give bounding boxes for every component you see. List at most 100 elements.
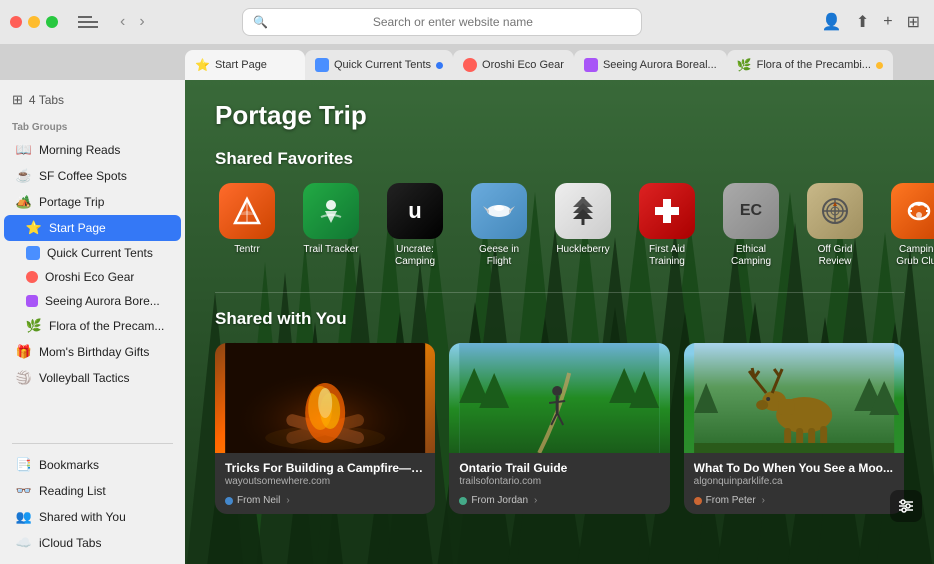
shared-from-dot-jordan bbox=[459, 497, 467, 505]
fav-icon-huckleberry bbox=[555, 183, 611, 239]
sidebar-item-volleyball[interactable]: 🏐 Volleyball Tactics bbox=[4, 365, 181, 391]
sidebar-tabs-count: ⊞ 4 Tabs bbox=[0, 88, 185, 116]
favorites-grid: Tentrr Trail Tracker bbox=[215, 183, 904, 268]
search-icon: 🔍 bbox=[253, 15, 268, 29]
shared-from-dot-neil bbox=[225, 497, 233, 505]
oroshi-icon bbox=[26, 271, 38, 283]
content-background: Portage Trip Shared Favorites Tentrr bbox=[185, 80, 934, 564]
quick-tents-icon bbox=[26, 246, 40, 260]
chevron-right-icon: › bbox=[286, 495, 289, 506]
share-button[interactable]: ⬆ bbox=[852, 10, 873, 34]
fav-item-tentrr[interactable]: Tentrr bbox=[215, 183, 279, 268]
share-profiles-button[interactable]: 👤 bbox=[818, 10, 846, 34]
fav-item-camping-grub[interactable]: Camping Grub Club bbox=[887, 183, 934, 268]
shared-card-image-trail bbox=[449, 343, 669, 453]
sidebar-item-label-aurora: Seeing Aurora Bore... bbox=[45, 294, 160, 308]
minimize-button[interactable] bbox=[28, 16, 40, 28]
tab-label-start-page: Start Page bbox=[215, 59, 295, 71]
sidebar-item-label-portage-trip: Portage Trip bbox=[39, 195, 104, 209]
forward-button[interactable]: › bbox=[133, 11, 150, 33]
fav-label-uncrate: Uncrate: Camping bbox=[385, 244, 445, 268]
chevron-right-icon-wildlife: › bbox=[762, 495, 765, 506]
shared-card-info-trail: Ontario Trail Guide trailsofontario.com bbox=[449, 453, 669, 491]
fav-label-tentrr: Tentrr bbox=[234, 244, 260, 256]
main-layout: ⊞ 4 Tabs Tab Groups 📖 Morning Reads ☕ SF… bbox=[0, 80, 934, 564]
fav-item-ethical-camping[interactable]: EC Ethical Camping bbox=[719, 183, 783, 268]
fav-icon-camping-grub bbox=[891, 183, 934, 239]
toolbar-actions: 👤 ⬆ + ⊞ bbox=[818, 10, 924, 34]
tab-flora[interactable]: 🌿 Flora of the Precambi... bbox=[727, 50, 893, 80]
tab-start-page[interactable]: ⭐ Start Page bbox=[185, 50, 305, 80]
sidebar-item-reading-list[interactable]: 👓 Reading List bbox=[4, 478, 181, 504]
back-button[interactable]: ‹ bbox=[114, 11, 131, 33]
sidebar-item-moms-bday[interactable]: 🎁 Mom's Birthday Gifts bbox=[4, 339, 181, 365]
sidebar-item-bookmarks[interactable]: 📑 Bookmarks bbox=[4, 452, 181, 478]
shared-card-title-campfire: Tricks For Building a Campfire—F... bbox=[225, 461, 425, 475]
tab-label-aurora: Seeing Aurora Boreal... bbox=[603, 59, 717, 71]
shared-card-from-label-wildlife: From Peter bbox=[706, 495, 756, 506]
customize-start-page-button[interactable] bbox=[890, 490, 922, 522]
sidebar-item-label-reading-list: Reading List bbox=[39, 484, 106, 498]
fav-item-first-aid[interactable]: First Aid Training bbox=[635, 183, 699, 268]
tab-favicon-tents bbox=[315, 58, 329, 72]
tab-oroshi[interactable]: Oroshi Eco Gear bbox=[453, 50, 574, 80]
sidebar-item-quick-current-tents[interactable]: Quick Current Tents bbox=[4, 241, 181, 265]
shared-card-title-trail: Ontario Trail Guide bbox=[459, 461, 659, 475]
shared-card-url-wildlife: algonquinparklife.ca bbox=[694, 476, 894, 487]
page-title: Portage Trip bbox=[215, 100, 904, 131]
sidebar-item-flora[interactable]: 🌿 Flora of the Precam... bbox=[4, 313, 181, 339]
search-input[interactable] bbox=[274, 15, 631, 29]
shared-favorites-title: Shared Favorites bbox=[215, 149, 904, 169]
maximize-button[interactable] bbox=[46, 16, 58, 28]
tab-label-oroshi: Oroshi Eco Gear bbox=[482, 59, 564, 71]
nav-buttons: ‹ › bbox=[114, 11, 151, 33]
shared-card-from-wildlife[interactable]: From Peter › bbox=[684, 491, 904, 514]
fav-label-camping-grub: Camping Grub Club bbox=[889, 244, 934, 268]
shared-card-wildlife[interactable]: What To Do When You See a Moo... algonqu… bbox=[684, 343, 904, 514]
start-page-icon: ⭐ bbox=[26, 220, 42, 236]
address-bar[interactable]: 🔍 bbox=[242, 8, 642, 36]
close-button[interactable] bbox=[10, 16, 22, 28]
sidebar-item-sf-coffee[interactable]: ☕ SF Coffee Spots bbox=[4, 163, 181, 189]
shared-with-you-title: Shared with You bbox=[215, 309, 904, 329]
content-area: Portage Trip Shared Favorites Tentrr bbox=[185, 80, 934, 564]
fav-icon-tentrr bbox=[219, 183, 275, 239]
sidebar-toggle-button[interactable] bbox=[78, 14, 98, 30]
shared-card-url-trail: trailsofontario.com bbox=[459, 476, 659, 487]
shared-card-trail[interactable]: Ontario Trail Guide trailsofontario.com … bbox=[449, 343, 669, 514]
sidebar-item-shared-with-you[interactable]: 👥 Shared with You bbox=[4, 504, 181, 530]
shared-card-info-campfire: Tricks For Building a Campfire—F... wayo… bbox=[215, 453, 435, 491]
fav-icon-trail-tracker bbox=[303, 183, 359, 239]
shared-card-from-campfire[interactable]: From Neil › bbox=[215, 491, 435, 514]
sidebar-item-portage-trip[interactable]: 🏕️ Portage Trip bbox=[4, 189, 181, 215]
shared-card-from-trail[interactable]: From Jordan › bbox=[449, 491, 669, 514]
traffic-lights bbox=[10, 16, 58, 28]
fav-item-off-grid[interactable]: Off Grid Review bbox=[803, 183, 867, 268]
content-inner: Portage Trip Shared Favorites Tentrr bbox=[185, 80, 934, 534]
sidebar-item-icloud-tabs[interactable]: ☁️ iCloud Tabs bbox=[4, 530, 181, 556]
shared-card-from-label-campfire: From Neil bbox=[237, 495, 280, 506]
sidebar: ⊞ 4 Tabs Tab Groups 📖 Morning Reads ☕ SF… bbox=[0, 80, 185, 564]
fav-label-geese: Geese in Flight bbox=[469, 244, 529, 268]
fav-item-trail-tracker[interactable]: Trail Tracker bbox=[299, 183, 363, 268]
sidebar-item-oroshi-eco[interactable]: Oroshi Eco Gear bbox=[4, 265, 181, 289]
tab-overview-button[interactable]: ⊞ bbox=[903, 10, 924, 34]
fav-item-uncrate[interactable]: u Uncrate: Camping bbox=[383, 183, 447, 268]
fav-icon-uncrate: u bbox=[387, 183, 443, 239]
tab-label-flora: Flora of the Precambi... bbox=[757, 59, 871, 71]
new-tab-button[interactable]: + bbox=[879, 11, 896, 33]
shared-card-from-label-trail: From Jordan bbox=[471, 495, 528, 506]
shared-card-campfire[interactable]: Tricks For Building a Campfire—F... wayo… bbox=[215, 343, 435, 514]
fav-icon-geese bbox=[471, 183, 527, 239]
tab-favicon-star: ⭐ bbox=[195, 58, 210, 72]
moms-bday-icon: 🎁 bbox=[16, 344, 32, 360]
sidebar-item-seeing-aurora[interactable]: Seeing Aurora Bore... bbox=[4, 289, 181, 313]
tab-aurora[interactable]: Seeing Aurora Boreal... bbox=[574, 50, 727, 80]
tab-quick-current-tents[interactable]: Quick Current Tents bbox=[305, 50, 453, 80]
bookmarks-icon: 📑 bbox=[16, 457, 32, 473]
fav-item-geese[interactable]: Geese in Flight bbox=[467, 183, 531, 268]
sf-coffee-icon: ☕ bbox=[16, 168, 32, 184]
sidebar-item-morning-reads[interactable]: 📖 Morning Reads bbox=[4, 137, 181, 163]
sidebar-item-start-page[interactable]: ⭐ Start Page bbox=[4, 215, 181, 241]
fav-item-huckleberry[interactable]: Huckleberry bbox=[551, 183, 615, 268]
